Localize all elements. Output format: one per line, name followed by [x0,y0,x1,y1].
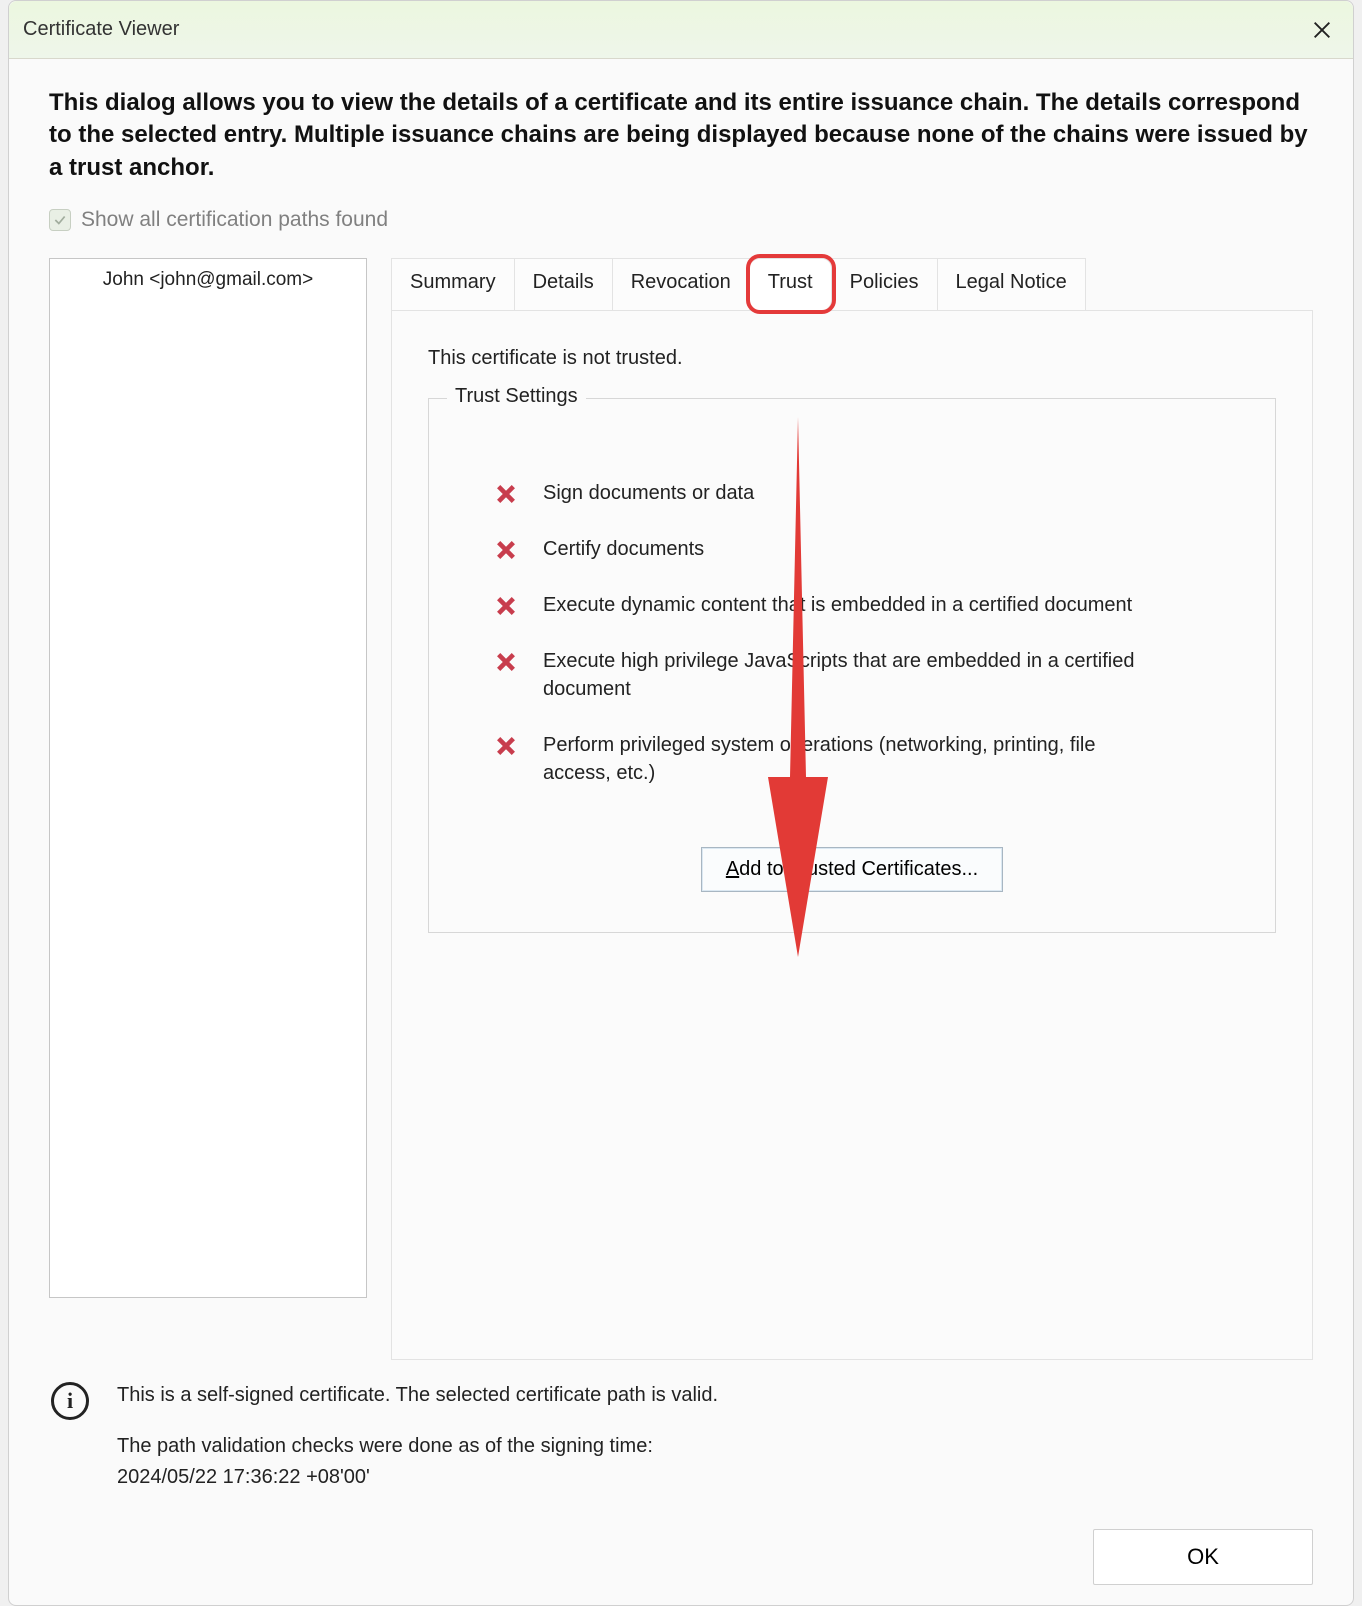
ok-button[interactable]: OK [1093,1529,1313,1585]
show-all-paths-row: Show all certification paths found [49,208,1313,232]
trust-tab-panel: This certificate is not trusted. Trust S… [391,310,1313,1360]
deny-icon [495,539,517,561]
add-button-mnemonic: A [726,858,739,880]
tab-summary[interactable]: Summary [391,258,515,310]
add-to-trusted-button[interactable]: Add to Trusted Certificates... [701,847,1003,892]
list-item: Execute high privilege JavaScripts that … [465,647,1239,703]
close-icon[interactable] [1305,13,1339,47]
footer-line1: This is a self-signed certificate. The s… [117,1380,718,1411]
permission-label: Execute dynamic content that is embedded… [543,591,1132,619]
permissions-list: Sign documents or data Certify documents… [465,479,1239,787]
tab-policies[interactable]: Policies [832,258,938,310]
titlebar: Certificate Viewer [9,1,1353,59]
tab-bar: Summary Details Revocation Trust Policie… [391,258,1313,310]
right-pane: Summary Details Revocation Trust Policie… [391,258,1313,1360]
trust-status-text: This certificate is not trusted. [428,347,1276,370]
trust-settings-fieldset: Trust Settings Sign documents or data Ce… [428,398,1276,933]
footer-text: This is a self-signed certificate. The s… [117,1380,718,1493]
permission-label: Execute high privilege JavaScripts that … [543,647,1163,703]
tab-details[interactable]: Details [515,258,613,310]
dialog-body: This dialog allows you to view the detai… [9,59,1353,1605]
certificate-viewer-dialog: Certificate Viewer This dialog allows yo… [8,0,1354,1606]
list-item: Sign documents or data [465,479,1239,507]
ok-row: OK [49,1529,1313,1585]
deny-icon [495,735,517,757]
trust-settings-legend: Trust Settings [447,385,586,408]
tab-trust[interactable]: Trust [750,258,832,310]
footer-info: i This is a self-signed certificate. The… [49,1380,1313,1493]
deny-icon [495,483,517,505]
add-button-rest: dd to Trusted Certificates... [739,858,978,880]
deny-icon [495,651,517,673]
tab-legal[interactable]: Legal Notice [938,258,1086,310]
footer-line2: The path validation checks were done as … [117,1431,718,1462]
footer-line3: 2024/05/22 17:36:22 +08'00' [117,1462,718,1493]
show-all-paths-checkbox[interactable] [49,209,71,231]
list-item[interactable]: John <john@gmail.com> [50,265,366,295]
main-columns: John <john@gmail.com> Summary Details Re… [49,258,1313,1360]
list-item: Certify documents [465,535,1239,563]
deny-icon [495,595,517,617]
window-title: Certificate Viewer [23,18,1305,41]
show-all-paths-label: Show all certification paths found [81,208,388,232]
list-item: Perform privileged system operations (ne… [465,731,1239,787]
add-button-wrap: Add to Trusted Certificates... [465,847,1239,892]
tab-revocation[interactable]: Revocation [613,258,750,310]
permission-label: Sign documents or data [543,479,754,507]
certificate-list[interactable]: John <john@gmail.com> [49,258,367,1298]
intro-text: This dialog allows you to view the detai… [49,87,1313,184]
permission-label: Perform privileged system operations (ne… [543,731,1163,787]
info-icon: i [51,1382,89,1420]
list-item: Execute dynamic content that is embedded… [465,591,1239,619]
permission-label: Certify documents [543,535,704,563]
